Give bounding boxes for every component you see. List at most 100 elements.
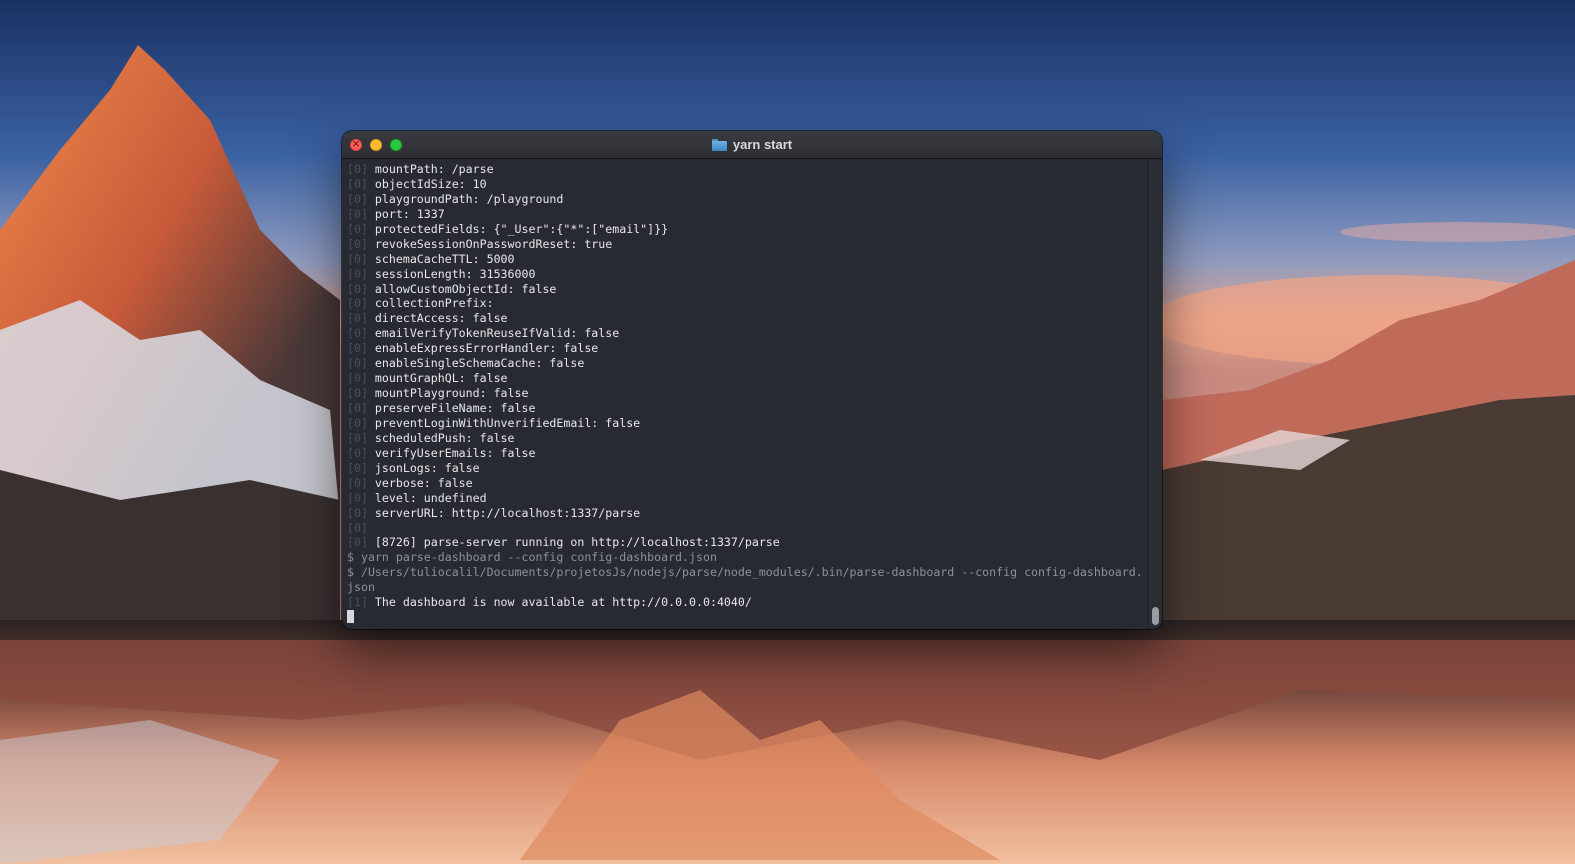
process-prefix: [0] <box>347 191 375 206</box>
log-text: mountPath: /parse <box>374 162 494 176</box>
log-text: port: 1337 <box>374 206 445 221</box>
log-text: serverURL: http://localhost:1337/parse <box>374 505 641 520</box>
process-prefix: [0] <box>347 176 375 191</box>
close-button[interactable] <box>350 137 362 151</box>
log-text: allowCustomObjectId: false <box>374 281 557 296</box>
process-prefix: [0] <box>347 415 375 430</box>
process-prefix: [0] <box>347 162 375 176</box>
terminal-output[interactable]: [0] mountPath: /parse [0] objectIdSize: 1… <box>342 160 1148 629</box>
terminal-line: [0] verifyUserEmails: false <box>347 446 1148 461</box>
terminal-line: json <box>347 580 1148 595</box>
process-prefix: [0] <box>347 490 375 505</box>
process-prefix: [0] <box>347 475 375 490</box>
terminal-window[interactable]: yarn start [0] mountPath: /parse[0] obje… <box>342 131 1162 629</box>
terminal-line: [0] port: 1337 <box>347 207 1148 222</box>
log-text: jsonLogs: false <box>374 460 480 475</box>
text-cursor <box>347 610 354 624</box>
log-text: protectedFields: {"_User":{"*":["email"]… <box>374 221 669 236</box>
terminal-line: [0] objectIdSize: 10 <box>347 177 1148 192</box>
log-text: [8726] parse-server running on http://lo… <box>374 535 780 550</box>
log-text: enableSingleSchemaCache: false <box>374 356 585 371</box>
terminal-line: [0] schemaCacheTTL: 5000 <box>347 252 1148 267</box>
log-text: revokeSessionOnPasswordReset: true <box>374 236 613 251</box>
scrollbar-thumb[interactable] <box>1152 607 1159 625</box>
log-text: collectionPrefix: <box>374 296 494 311</box>
process-prefix: [0] <box>347 401 375 415</box>
terminal-line: [0] enableSingleSchemaCache: false <box>347 356 1148 371</box>
zoom-button[interactable] <box>390 139 402 151</box>
terminal-line: [1] The dashboard is now available at ht… <box>347 595 1148 610</box>
terminal-line: [0] verbose: false <box>347 476 1148 491</box>
log-text: sessionLength: 31536000 <box>374 266 536 281</box>
terminal-line: [0] mountGraphQL: false <box>347 371 1148 386</box>
log-text: enableExpressErrorHandler: false <box>374 341 599 356</box>
terminal-line: [0] [8726] parse-server running on http:… <box>347 535 1148 550</box>
process-prefix: [0] <box>347 505 375 520</box>
process-prefix: [0] <box>347 326 375 341</box>
shell-command-text: $ yarn parse-dashboard --config config-d… <box>347 550 717 565</box>
process-prefix: [0] <box>347 520 368 535</box>
process-prefix: [0] <box>347 356 375 371</box>
log-text: verifyUserEmails: false <box>374 445 536 460</box>
process-prefix: [0] <box>347 296 375 311</box>
process-prefix: [0] <box>347 251 375 266</box>
process-prefix: [0] <box>347 371 375 386</box>
shell-command-text: json <box>347 580 375 595</box>
process-prefix: [0] <box>347 430 375 445</box>
terminal-line: $ yarn parse-dashboard --config config-d… <box>347 550 1148 565</box>
process-prefix: [1] <box>347 595 375 610</box>
terminal-line: [0] mountPlayground: false <box>347 386 1148 401</box>
log-text: The dashboard is now available at http:/… <box>374 595 752 610</box>
traffic-lights <box>350 137 402 151</box>
terminal-line: [0] directAccess: false <box>347 311 1148 326</box>
folder-icon <box>711 138 727 151</box>
log-text: playgroundPath: /playground <box>374 191 564 206</box>
log-text: emailVerifyTokenReuseIfValid: false <box>374 326 620 341</box>
terminal-line: [0] scheduledPush: false <box>347 431 1148 446</box>
terminal-line: [0] preserveFileName: false <box>347 401 1148 416</box>
terminal-line: [0] preventLoginWithUnverifiedEmail: fal… <box>347 416 1148 431</box>
process-prefix: [0] <box>347 535 375 550</box>
window-title: yarn start <box>711 137 793 152</box>
terminal-line: [0] revokeSessionOnPasswordReset: true <box>347 237 1148 252</box>
process-prefix: [0] <box>347 445 375 460</box>
process-prefix: [0] <box>347 206 375 221</box>
terminal-line: [0] jsonLogs: false <box>347 461 1148 476</box>
process-prefix: [0] <box>347 311 375 326</box>
minimize-button[interactable] <box>370 139 382 151</box>
log-text: preventLoginWithUnverifiedEmail: false <box>374 415 641 430</box>
log-text: preserveFileName: false <box>374 401 536 415</box>
terminal-line: [0] emailVerifyTokenReuseIfValid: false <box>347 326 1148 341</box>
process-prefix: [0] <box>347 341 375 356</box>
process-prefix: [0] <box>347 221 375 236</box>
process-prefix: [0] <box>347 281 375 296</box>
log-text: directAccess: false <box>374 311 508 326</box>
log-text: level: undefined <box>374 490 487 505</box>
terminal-line: [0] mountPath: /parse <box>347 162 1148 177</box>
process-prefix: [0] <box>347 266 375 281</box>
terminal-line: [0] protectedFields: {"_User":{"*":["ema… <box>347 222 1148 237</box>
window-titlebar[interactable]: yarn start <box>342 131 1162 159</box>
log-text: scheduledPush: false <box>374 430 515 445</box>
window-title-text: yarn start <box>732 137 793 152</box>
terminal-line: [0] collectionPrefix: <box>347 296 1148 311</box>
scrollbar[interactable] <box>1148 160 1162 629</box>
terminal-line: [0] sessionLength: 31536000 <box>347 267 1148 282</box>
terminal-line: [0] allowCustomObjectId: false <box>347 282 1148 297</box>
terminal-line: [0] enableExpressErrorHandler: false <box>347 341 1148 356</box>
log-text: mountGraphQL: false <box>374 371 508 386</box>
log-text: schemaCacheTTL: 5000 <box>374 251 515 266</box>
prompt-line[interactable] <box>347 610 1148 625</box>
terminal-line: [0] <box>347 521 1148 536</box>
process-prefix: [0] <box>347 460 375 475</box>
log-text: objectIdSize: 10 <box>374 176 487 191</box>
process-prefix: [0] <box>347 236 375 251</box>
log-text: mountPlayground: false <box>374 386 529 401</box>
terminal-line: $ /Users/tuliocalil/Documents/projetosJs… <box>347 565 1148 580</box>
terminal-line: [0] serverURL: http://localhost:1337/par… <box>347 506 1148 521</box>
shell-command-text: $ /Users/tuliocalil/Documents/projetosJs… <box>347 565 1143 580</box>
terminal-line: [0] playgroundPath: /playground <box>347 192 1148 207</box>
terminal-line: [0] level: undefined <box>347 491 1148 506</box>
log-text: verbose: false <box>374 475 473 490</box>
process-prefix: [0] <box>347 386 375 401</box>
